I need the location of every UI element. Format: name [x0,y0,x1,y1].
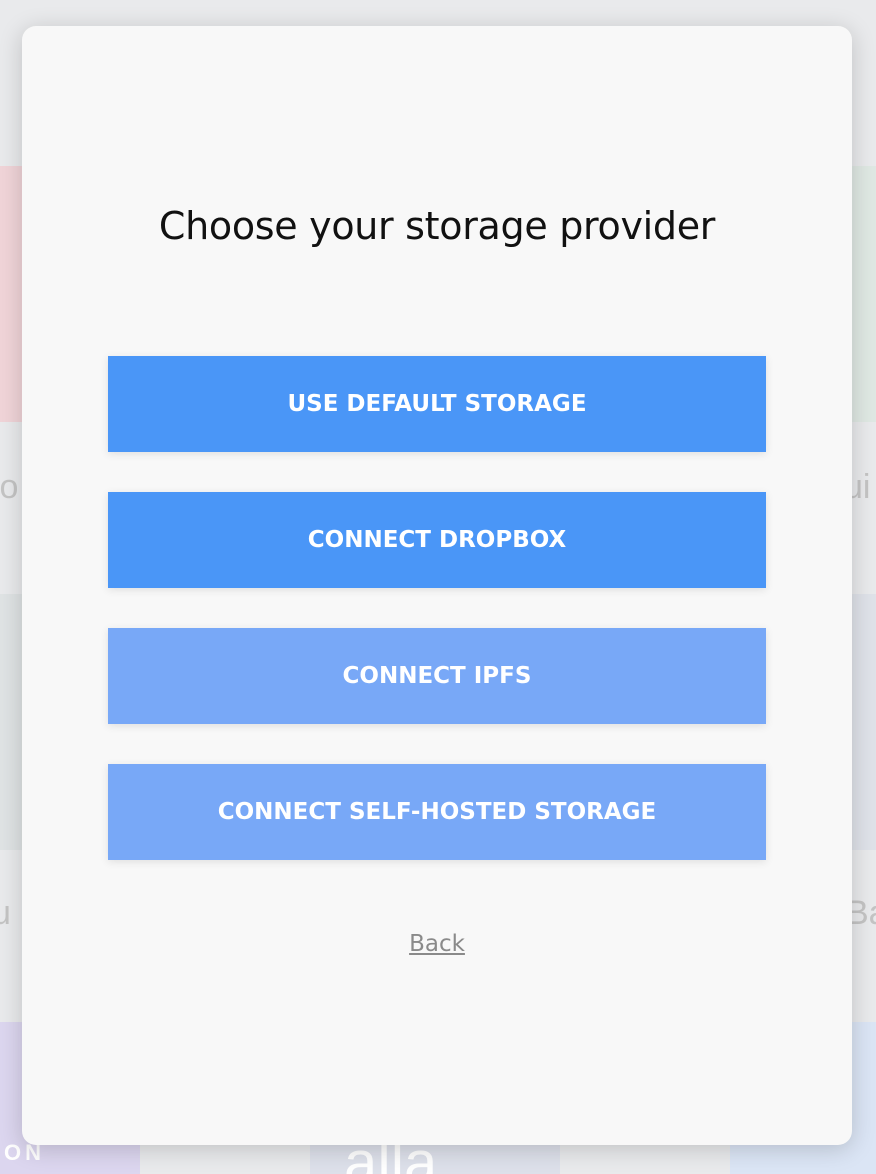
background-app-name: u [0,894,11,932]
connect-dropbox-button[interactable]: CONNECT DROPBOX [108,492,766,588]
dialog-title: Choose your storage provider [158,204,716,248]
app-tile-left-top [0,166,24,422]
connect-ipfs-button[interactable]: CONNECT IPFS [108,628,766,724]
app-tile-left-middle [0,594,24,850]
connect-self-hosted-storage-button[interactable]: CONNECT SELF-HOSTED STORAGE [108,764,766,860]
use-default-storage-button[interactable]: USE DEFAULT STORAGE [108,356,766,452]
app-tile-right-middle [852,594,876,850]
app-tile-right-top [852,166,876,422]
storage-provider-dialog: Choose your storage provider USE DEFAULT… [22,26,852,1145]
back-link[interactable]: Back [22,931,852,957]
background-app-name: lo [0,468,19,506]
